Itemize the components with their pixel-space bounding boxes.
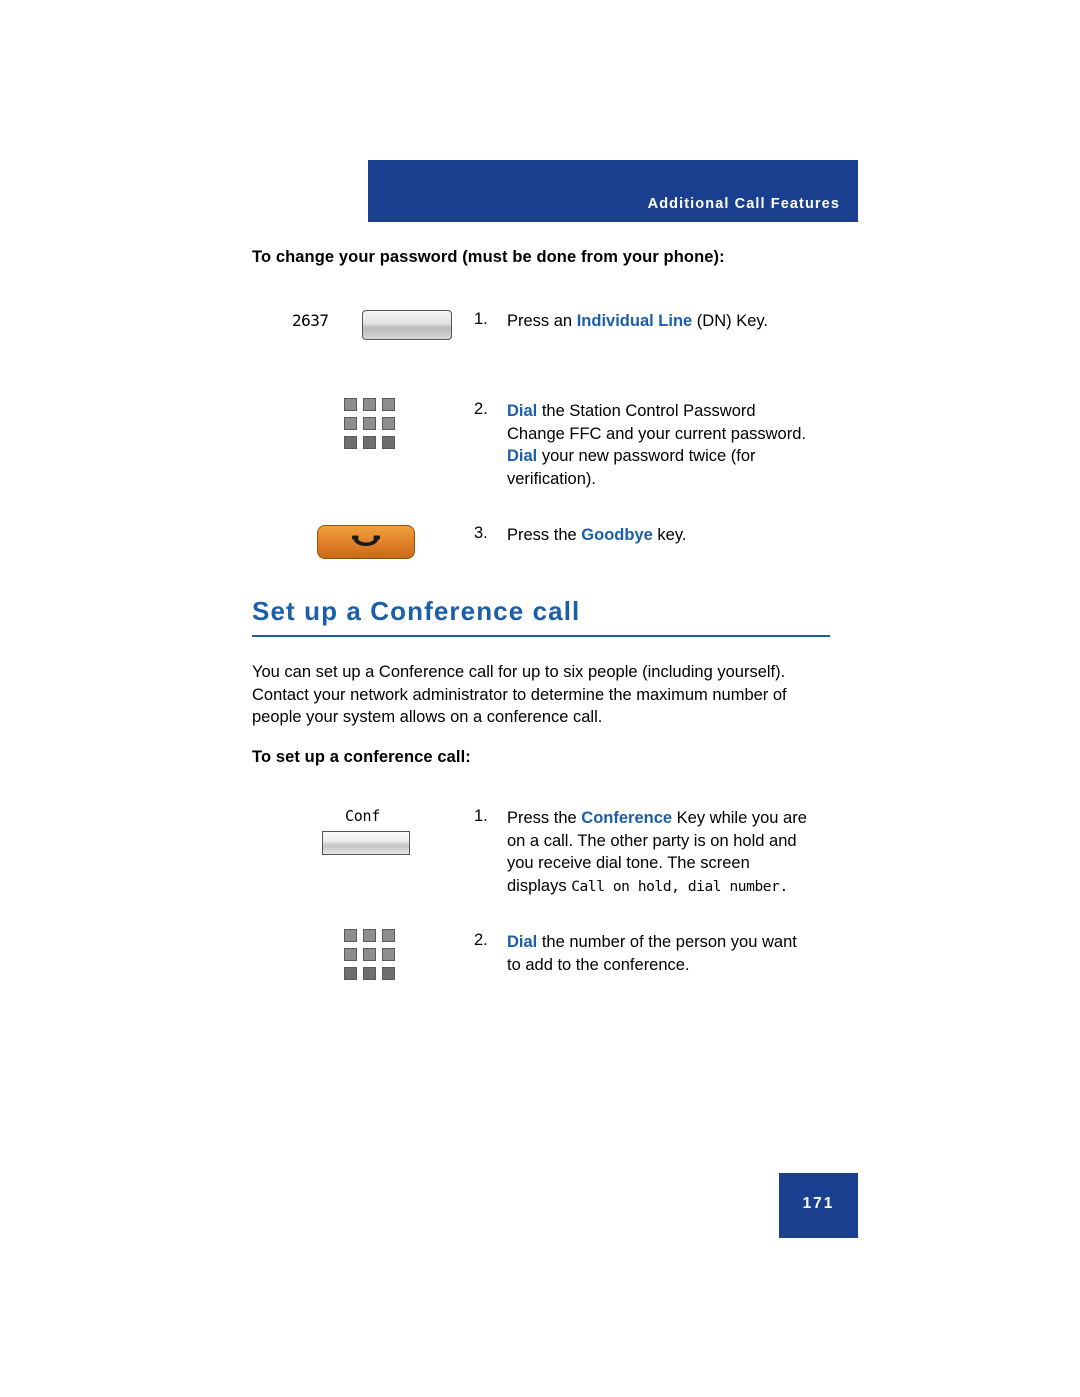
password-section-heading: To change your password (must be done fr… bbox=[252, 248, 725, 266]
conf-step1-post: Key while you are bbox=[672, 809, 807, 827]
step-number: 1. bbox=[474, 310, 488, 328]
step2-line1-rest: the Station Control Password bbox=[537, 402, 756, 420]
step-number: 2. bbox=[474, 400, 488, 418]
dial-emphasis-2: Dial bbox=[507, 447, 538, 465]
section-title: Set up a Conference call bbox=[252, 596, 581, 626]
conference-key-label: Conf bbox=[345, 807, 380, 825]
dial-emphasis: Dial bbox=[507, 402, 538, 420]
screen-display-text: Call on hold, dial number. bbox=[571, 878, 788, 895]
password-step-1-text: Press an Individual Line (DN) Key. bbox=[507, 310, 907, 333]
goodbye-key-graphic bbox=[317, 525, 415, 559]
conf-step2-line2: to add to the conference. bbox=[507, 955, 690, 974]
conf-step1-line3: you receive dial tone. The screen bbox=[507, 854, 750, 872]
conference-emphasis: Conference bbox=[581, 809, 673, 827]
intro-line-1: You can set up a Conference call for up … bbox=[252, 663, 786, 681]
conf-step1-line4-pre: displays bbox=[507, 876, 572, 895]
conf-step1-pre: Press the bbox=[507, 809, 582, 827]
step2-line3-rest: your new password twice (for bbox=[537, 447, 756, 465]
conf-step2-rest: the number of the person you want bbox=[537, 933, 797, 951]
step1-post: (DN) Key. bbox=[692, 312, 768, 330]
conference-step-1-text: Press the Conference Key while you are o… bbox=[507, 807, 907, 898]
handset-icon bbox=[352, 535, 380, 546]
password-step-2-text: Dial the Station Control Password Change… bbox=[507, 400, 907, 490]
header-banner-label: Additional Call Features bbox=[647, 196, 840, 212]
step-number: 1. bbox=[474, 807, 488, 825]
password-step-3-text: Press the Goodbye key. bbox=[507, 524, 907, 547]
step2-line4: verification). bbox=[507, 469, 596, 488]
conference-intro: You can set up a Conference call for up … bbox=[252, 661, 852, 729]
keypad-icon bbox=[344, 929, 396, 981]
step-number: 3. bbox=[474, 524, 488, 542]
manual-page: Additional Call Features To change your … bbox=[0, 0, 1080, 1397]
step3-post: key. bbox=[652, 526, 687, 544]
individual-line-emphasis: Individual Line bbox=[576, 312, 693, 330]
goodbye-emphasis: Goodbye bbox=[581, 526, 653, 544]
section-divider bbox=[252, 635, 830, 637]
conf-step1-line2: on a call. The other party is on hold an… bbox=[507, 831, 797, 850]
intro-line-2: Contact your network administrator to de… bbox=[252, 685, 787, 704]
step-number: 2. bbox=[474, 931, 488, 949]
page-number: 171 bbox=[802, 1195, 835, 1212]
dn-key-number: 2637 bbox=[292, 311, 329, 330]
conference-subheading: To set up a conference call: bbox=[252, 748, 471, 766]
step1-pre: Press an bbox=[507, 312, 577, 330]
keypad-icon bbox=[344, 398, 396, 450]
intro-line-3: people your system allows on a conferenc… bbox=[252, 708, 603, 726]
conference-key-graphic bbox=[322, 831, 410, 855]
page-number-box: 171 bbox=[779, 1173, 858, 1238]
dial-emphasis-3: Dial bbox=[507, 933, 538, 951]
step3-pre: Press the bbox=[507, 526, 582, 544]
individual-line-key-graphic bbox=[362, 310, 452, 340]
conference-step-2-text: Dial the number of the person you want t… bbox=[507, 931, 907, 976]
step2-line2: Change FFC and your current password. bbox=[507, 424, 806, 443]
header-banner: Additional Call Features bbox=[368, 160, 858, 222]
